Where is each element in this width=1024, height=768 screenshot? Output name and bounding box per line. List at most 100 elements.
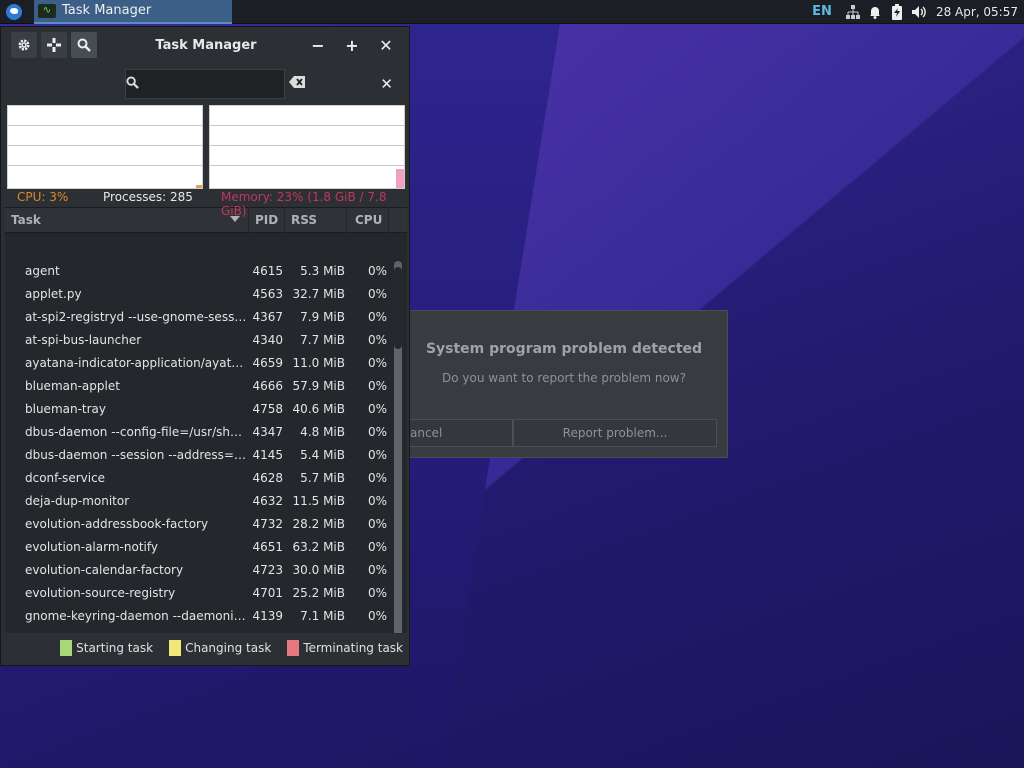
process-rss: 30.0 MiB [292, 562, 345, 577]
process-rss: 7.9 MiB [300, 309, 345, 324]
process-cpu: 0% [367, 424, 387, 439]
table-row[interactable]: deja-dup-monitor 4632 11.5 MiB 0% [5, 489, 389, 512]
scrollbar-thumb[interactable] [394, 267, 402, 349]
table-row[interactable]: at-spi2-registryd --use-gnome-session 436… [5, 305, 389, 328]
table-row[interactable]: agent 4615 5.3 MiB 0% [5, 259, 389, 282]
applications-menu-button[interactable] [0, 0, 28, 24]
process-cpu: 0% [367, 585, 387, 600]
cpu-usage-label: CPU: 3% [17, 190, 69, 204]
system-tray: EN 28 Apr, 05:57 [812, 0, 1024, 24]
table-row[interactable]: at-spi-bus-launcher 4340 7.7 MiB 0% [5, 328, 389, 351]
search-input[interactable] [139, 70, 289, 98]
table-row[interactable]: blueman-applet 4666 57.9 MiB 0% [5, 374, 389, 397]
taskbar-button-label: Task Manager [62, 3, 152, 18]
close-search-icon[interactable]: ✕ [380, 75, 393, 93]
process-name: dbus-daemon --session --address=sys... [25, 447, 249, 462]
search-icon [126, 75, 139, 93]
keyboard-layout-indicator[interactable]: EN [812, 4, 832, 19]
maximize-button[interactable]: + [335, 32, 369, 58]
starting-swatch [60, 640, 73, 656]
process-cpu: 0% [367, 516, 387, 531]
table-row[interactable]: ayatana-indicator-application/ayatan... 4… [5, 351, 389, 374]
minimize-button[interactable]: − [301, 32, 335, 58]
process-rss: 57.9 MiB [292, 378, 345, 393]
table-row[interactable]: evolution-source-registry 4701 25.2 MiB 0% [5, 581, 389, 604]
table-row[interactable]: applet.py 4563 32.7 MiB 0% [5, 282, 389, 305]
usage-graphs [5, 105, 407, 189]
table-row[interactable]: evolution-calendar-factory 4723 30.0 MiB 0% [5, 558, 389, 581]
settings-button[interactable] [11, 32, 37, 58]
process-pid: 4367 [252, 309, 283, 324]
process-cpu: 0% [367, 447, 387, 462]
close-button[interactable]: ✕ [369, 32, 403, 58]
process-rss: 11.0 MiB [292, 355, 345, 370]
legend-label: Terminating task [303, 641, 403, 655]
process-name: gnome-keyring-daemon --daemonize ... [25, 608, 249, 623]
problem-report-dialog: System program problem detected Do you w… [408, 310, 728, 458]
select-window-button[interactable] [41, 32, 67, 58]
table-row[interactable]: dbus-daemon --session --address=sys... 41… [5, 443, 389, 466]
notification-bell-icon[interactable] [864, 0, 886, 24]
process-rss: 11.5 MiB [292, 493, 345, 508]
search-field[interactable] [125, 69, 305, 99]
process-rss: 28.2 MiB [292, 516, 345, 531]
window-controls: − + ✕ [301, 32, 403, 58]
process-pid: 4563 [252, 286, 283, 301]
process-pid: 4145 [252, 447, 283, 462]
column-header-task[interactable]: Task [5, 207, 249, 233]
process-name: evolution-alarm-notify [25, 539, 158, 554]
process-name: at-spi-bus-launcher [25, 332, 142, 347]
search-toggle-button[interactable] [71, 32, 97, 58]
process-list: agent 4615 5.3 MiB 0% applet.py 4563 32.7 MiB 0… [5, 259, 389, 661]
battery-charging-icon[interactable] [886, 0, 908, 24]
window-titlebar[interactable]: Task Manager − + ✕ [1, 27, 409, 63]
table-row[interactable]: gnome-keyring-daemon --daemonize ... 4139… [5, 604, 389, 627]
process-pid: 4732 [252, 516, 283, 531]
process-pid: 4632 [252, 493, 283, 508]
task-manager-window: Task Manager − + ✕ ✕ CPU: 3% Processes: … [0, 26, 410, 666]
process-cpu: 0% [367, 539, 387, 554]
legend-bar: Starting task Changing task Terminating … [5, 633, 407, 663]
process-rss: 63.2 MiB [292, 539, 345, 554]
table-row[interactable]: evolution-addressbook-factory 4732 28.2 Mi… [5, 512, 389, 535]
process-pid: 4758 [252, 401, 283, 416]
stats-line: CPU: 3% Processes: 285 Memory: 23% (1.8 … [5, 189, 407, 218]
process-cpu: 0% [367, 493, 387, 508]
crosshair-icon [47, 38, 61, 52]
report-problem-button[interactable]: Report problem... [513, 419, 717, 447]
process-pid: 4347 [252, 424, 283, 439]
process-pid: 4651 [252, 539, 283, 554]
process-cpu: 0% [367, 470, 387, 485]
memory-graph [209, 105, 405, 189]
process-rss: 40.6 MiB [292, 401, 345, 416]
volume-icon[interactable] [908, 0, 930, 24]
legend-label: Starting task [76, 641, 154, 655]
process-count-label: Processes: 285 [103, 190, 193, 204]
dialog-title: System program problem detected [425, 341, 703, 357]
process-name: deja-dup-monitor [25, 493, 130, 508]
process-list-scrollbar[interactable] [391, 259, 405, 661]
table-row[interactable]: dbus-daemon --config-file=/usr/share... 4… [5, 420, 389, 443]
process-pid: 4701 [252, 585, 283, 600]
process-rss: 7.1 MiB [300, 608, 345, 623]
process-pid: 4340 [252, 332, 283, 347]
clock[interactable]: 28 Apr, 05:57 [936, 5, 1018, 19]
network-icon[interactable] [842, 0, 864, 24]
process-name: dbus-daemon --config-file=/usr/share... [25, 424, 249, 439]
table-row[interactable]: dconf-service 4628 5.7 MiB 0% [5, 466, 389, 489]
process-name: evolution-addressbook-factory [25, 516, 209, 531]
process-rss: 25.2 MiB [292, 585, 345, 600]
table-row[interactable]: blueman-tray 4758 40.6 MiB 0% [5, 397, 389, 420]
cancel-button[interactable]: ancel [409, 419, 513, 447]
table-row[interactable]: evolution-alarm-notify 4651 63.2 MiB 0% [5, 535, 389, 558]
process-cpu: 0% [367, 608, 387, 623]
process-cpu: 0% [367, 263, 387, 278]
legend-label: Changing task [185, 641, 272, 655]
clear-search-icon[interactable] [289, 76, 305, 92]
process-cpu: 0% [367, 309, 387, 324]
legend-terminating: Terminating task [287, 640, 403, 656]
cpu-graph [7, 105, 203, 189]
process-cpu: 0% [367, 401, 387, 416]
taskbar-task-manager-button[interactable]: ∿ Task Manager [34, 0, 232, 24]
process-cpu: 0% [367, 378, 387, 393]
